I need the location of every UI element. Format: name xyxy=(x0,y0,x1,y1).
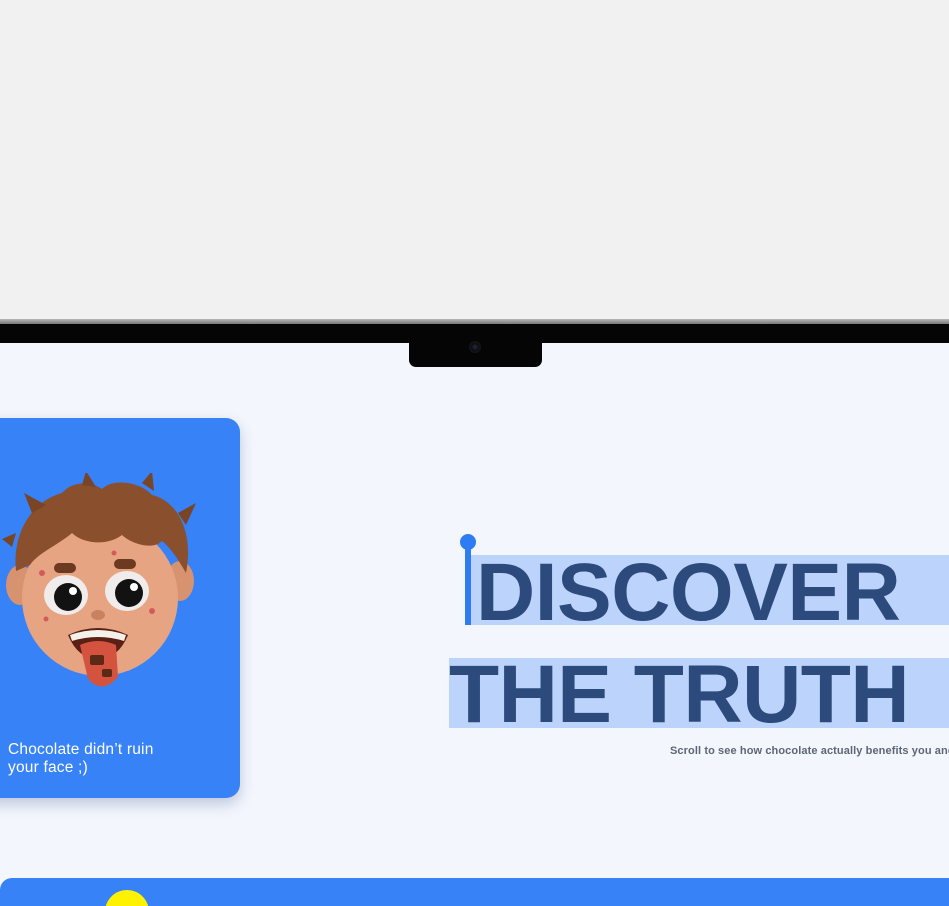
promo-card[interactable]: Chocolate didn’t ruin your face ;) xyxy=(0,418,240,798)
text-caret[interactable] xyxy=(465,540,471,625)
bottom-section-bar xyxy=(0,878,949,906)
hero-subtext: Scroll to see how chocolate actually ben… xyxy=(670,745,949,757)
hero-heading-line-1: DISCOVER xyxy=(476,547,901,638)
card-caption: Chocolate didn’t ruin your face ;) xyxy=(8,741,218,777)
card-caption-line-2: your face ;) xyxy=(8,759,88,776)
laptop-screen: Chocolate didn’t ruin your face ;) DISCO… xyxy=(0,343,949,906)
laptop-mockup: Chocolate didn’t ruin your face ;) DISCO… xyxy=(0,0,949,906)
hero-heading-line-2: THE TRUTH xyxy=(449,649,910,740)
camera-icon xyxy=(469,341,481,353)
cartoon-boy-illustration xyxy=(2,473,196,687)
yellow-circle-icon xyxy=(105,890,149,906)
card-caption-line-1: Chocolate didn’t ruin xyxy=(8,741,154,758)
